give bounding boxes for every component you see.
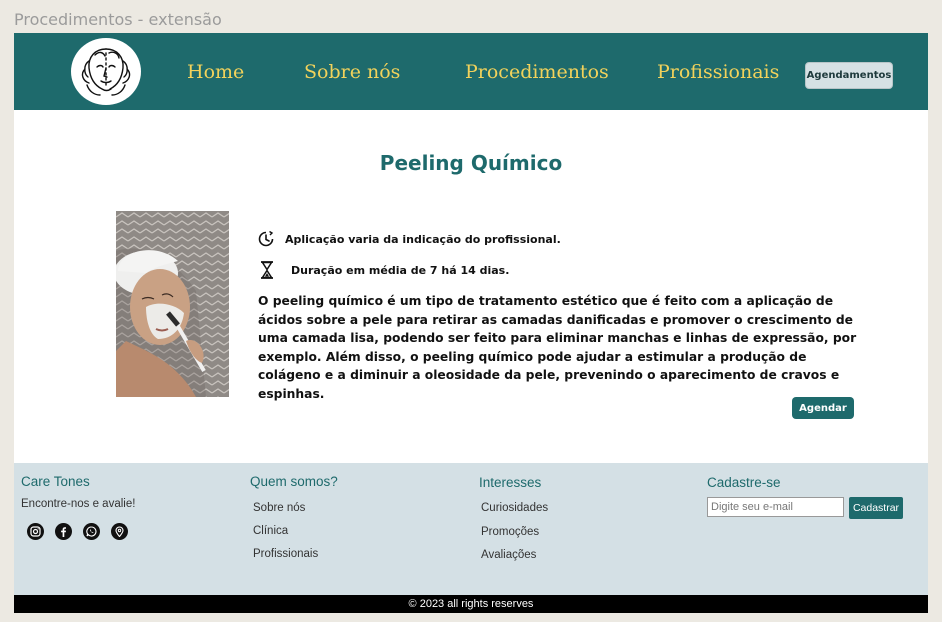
application-text: Aplicação varia da indicação do profissi… <box>285 232 561 246</box>
footer-link-avaliacoes[interactable]: Avaliações <box>481 549 536 561</box>
location-pin-icon[interactable] <box>111 523 128 540</box>
page: Home Sobre nós Procedimentos Profissiona… <box>14 33 928 613</box>
face-line-art-logo-icon[interactable] <box>71 38 141 105</box>
footer: Care Tones Encontre-nos e avalie! Quem s… <box>14 463 928 595</box>
agendar-button[interactable]: Agendar <box>792 397 854 419</box>
nav-procedimentos[interactable]: Procedimentos <box>465 61 609 83</box>
whatsapp-icon[interactable] <box>83 523 100 540</box>
footer-about-title: Quem somos? <box>250 474 338 489</box>
footer-interests-title: Interesses <box>479 475 542 490</box>
instagram-icon[interactable] <box>27 523 44 540</box>
nav-sobre-nos[interactable]: Sobre nós <box>304 61 400 83</box>
copyright-text: © 2023 all rights reserves <box>408 598 534 610</box>
procedure-photo <box>116 211 229 397</box>
footer-link-curiosidades[interactable]: Curiosidades <box>481 502 548 514</box>
header: Home Sobre nós Procedimentos Profissiona… <box>14 33 928 110</box>
footer-link-clinica[interactable]: Clínica <box>253 525 288 537</box>
footer-signup-title: Cadastre-se <box>707 475 781 490</box>
nav-profissionais[interactable]: Profissionais <box>657 61 779 83</box>
facebook-icon[interactable] <box>55 523 72 540</box>
application-info: Aplicação varia da indicação do profissi… <box>257 230 561 248</box>
copyright-bar: © 2023 all rights reserves <box>14 595 928 613</box>
clock-icon <box>257 230 275 248</box>
duration-text: Duração em média de 7 há 14 dias. <box>291 263 510 277</box>
cadastrar-button[interactable]: Cadastrar <box>849 497 903 519</box>
footer-brand-subtitle: Encontre-nos e avalie! <box>21 498 136 510</box>
footer-link-profissionais[interactable]: Profissionais <box>253 548 318 560</box>
nav-home[interactable]: Home <box>187 61 244 83</box>
footer-link-sobre-nos[interactable]: Sobre nós <box>253 502 305 514</box>
duration-info: Duração em média de 7 há 14 dias. <box>259 261 509 279</box>
email-field[interactable] <box>707 497 844 517</box>
page-title: Peeling Químico <box>379 151 563 175</box>
footer-link-promocoes[interactable]: Promoções <box>481 526 539 538</box>
agendamentos-button[interactable]: Agendamentos <box>805 62 893 89</box>
window-title: Procedimentos - extensão <box>14 10 222 29</box>
hourglass-icon <box>259 261 277 279</box>
footer-brand-title: Care Tones <box>21 474 90 489</box>
procedure-description: O peeling químico é um tipo de tratament… <box>258 294 857 401</box>
